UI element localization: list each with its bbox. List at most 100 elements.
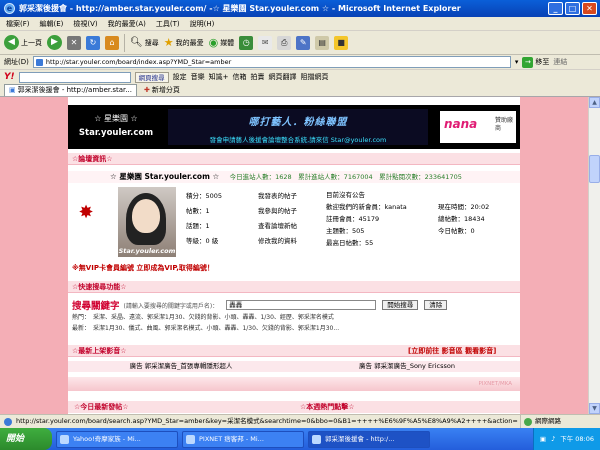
current-time: 現在時間：20:02	[438, 203, 490, 211]
page-content: ☆ 星樂園 ☆ Star.youler.com 哪打藝人．粉絲聯盟 發會申請藝人…	[68, 97, 520, 414]
address-label: 網址(D)	[4, 58, 29, 66]
system-tray: ▣ ♪ 下午 08:06	[532, 428, 600, 450]
forward-icon: ▶	[47, 35, 62, 50]
favorites-button[interactable]: ★ 我的最愛	[164, 36, 204, 49]
banner-center: 哪打藝人．粉絲聯盟 發會申請藝人後援會論壇整合系統,請來信 Star@youle…	[168, 109, 428, 145]
yahoo-music[interactable]: 音樂	[191, 72, 205, 82]
pixnet-brand: PIXNET/MKA	[478, 381, 512, 387]
forum-info-title: ☆ 星樂園 Star.youler.com ☆ 今日進站人數：1628 累計進站…	[68, 171, 520, 183]
latest-keywords[interactable]: 最新： 采潔1月30、儀式、曲風、郭采潔名模式、小頭、轟轟、1/30、欠錢的背影…	[68, 324, 520, 334]
go-video-link[interactable]: [立即前往 影音區 觀看影音]	[408, 345, 496, 357]
address-bar: 網址(D) http://star.youler.com/board/index…	[0, 55, 600, 69]
refresh-icon[interactable]: ↻	[86, 35, 100, 50]
mail-icon[interactable]: ✉	[258, 35, 273, 50]
start-search-button[interactable]: 開始搜尋	[382, 300, 419, 310]
scroll-up-icon[interactable]: ▲	[589, 97, 600, 108]
yahoo-knowledge[interactable]: 知識+	[209, 72, 229, 82]
history-icon[interactable]: ◷	[239, 35, 254, 50]
yahoo-block[interactable]: 阻擋網頁	[301, 72, 329, 82]
banner-slogan: 哪打藝人．粉絲聯盟	[248, 117, 348, 128]
keyword-search-input[interactable]: 轟轟	[226, 300, 377, 310]
site-logo[interactable]: ☆ 星樂園 ☆ Star.youler.com	[76, 109, 156, 145]
today-posts: 今日帖數：0	[438, 227, 475, 235]
bottom-section-headers: ☆今日最新發帖☆ ☆本週熱門點擊☆	[68, 401, 520, 413]
clear-search-button[interactable]: 清除	[424, 300, 448, 310]
minimize-button[interactable]: _	[548, 2, 563, 15]
total-posts: 總帖數：18434	[438, 215, 485, 223]
profile-posts: 帖數：1	[186, 207, 210, 215]
address-input[interactable]: http://star.youler.com/board/index.asp?Y…	[32, 56, 511, 68]
status-url: http://star.youler.com/board/search.asp?…	[0, 415, 520, 428]
menu-favorites[interactable]: 我的最愛(A)	[108, 19, 146, 29]
task-yahoo[interactable]: Yahoo!奇摩家族 - Mi...	[56, 430, 178, 448]
link-my-posts[interactable]: 我發表的帖子	[258, 189, 297, 204]
close-button[interactable]: ✕	[582, 2, 597, 15]
tab-active[interactable]: ▣ 郭采潔後援會 - http://amber.star...	[4, 84, 137, 96]
forum-site-name: ☆ 星樂園 Star.youler.com ☆	[110, 172, 220, 181]
search-title: 搜尋關鍵字	[72, 301, 120, 312]
back-label: 上一頁	[21, 38, 42, 47]
yahoo-settings[interactable]: 設定	[173, 72, 187, 82]
ie-logo-icon: e	[4, 3, 15, 14]
site-banner: ☆ 星樂園 ☆ Star.youler.com 哪打藝人．粉絲聯盟 發會申請藝人…	[68, 105, 520, 149]
user-profile-panel: ✸ Star.youler.com 積分：5005 帖數：1 話題：1 等級：0…	[68, 183, 520, 261]
banner-recruit[interactable]: 發會申請藝人後援會論壇整合系統,請來信 Star@youler.com	[168, 134, 428, 144]
address-dropdown-icon[interactable]: ▾	[515, 58, 519, 66]
link-my-replies[interactable]: 我參與的帖子	[258, 204, 297, 219]
menu-view[interactable]: 檢視(V)	[73, 19, 97, 29]
menu-edit[interactable]: 編輯(E)	[40, 19, 64, 29]
forward-button[interactable]: ▶	[47, 35, 62, 50]
ad-left[interactable]: 廣告 郭采潔廣告_首張專輯隱形超人	[68, 361, 294, 372]
newest-member: 歡迎我們的新會員：kanata	[326, 203, 407, 211]
yahoo-auction[interactable]: 拍賣	[251, 72, 265, 82]
search-button[interactable]: 🔍︎ 搜尋	[130, 37, 159, 48]
browser-toolbar: ◀ 上一頁 ▶ ✕ ↻ ⌂ 🔍︎ 搜尋 ★ 我的最愛 ◉ 媒體 ◷ ✉ ⎙ ✎ …	[0, 31, 600, 55]
menu-tools[interactable]: 工具(T)	[156, 19, 180, 29]
vertical-scrollbar[interactable]: ▲ ▼	[588, 97, 600, 414]
window-titlebar: e 郭采潔後援會 - http://amber.star.youler.com/…	[0, 0, 600, 17]
profile-points: 積分：5005	[186, 192, 223, 200]
new-tab-button[interactable]: ✚ 新增分頁	[140, 84, 184, 96]
link-edit-profile[interactable]: 修改我的資料	[258, 234, 297, 249]
ad-right[interactable]: 廣告 郭采潔廣告_Sony Ericsson	[294, 361, 520, 372]
yahoo-search-button[interactable]: 網頁搜尋	[134, 71, 169, 83]
search-label: 搜尋	[144, 38, 159, 47]
favorites-label: 我的最愛	[175, 38, 204, 47]
task-pixnet[interactable]: PIXNET 痞客邦 - Mi...	[182, 430, 304, 448]
scroll-down-icon[interactable]: ▼	[589, 403, 600, 414]
maximize-button[interactable]: □	[565, 2, 580, 15]
yahoo-logo-icon[interactable]: Y!	[4, 72, 15, 82]
stop-icon[interactable]: ✕	[67, 35, 81, 50]
quick-search-header: ☆快速搜尋功能☆	[68, 281, 520, 293]
ads-row: 廣告 郭采潔廣告_首張專輯隱形超人 廣告 郭采潔廣告_Sony Ericsson	[68, 361, 520, 372]
status-bar: http://star.youler.com/board/search.asp?…	[0, 414, 600, 428]
print-icon[interactable]: ⎙	[277, 35, 292, 50]
vip-notice[interactable]: ※無VIP卡會員編號 立即成為VIP,取得編號！	[68, 263, 520, 274]
hot-keywords[interactable]: 熱門： 采潔、采晶、遠流、郭采潔1月30、欠錢的背影、小頭、轟轟、1/30、經歷…	[68, 313, 520, 323]
link-new-posts[interactable]: 查看論壇新帖	[258, 219, 297, 234]
yahoo-translate[interactable]: 網頁翻譯	[269, 72, 297, 82]
nana-sponsor-ad[interactable]: nana 贊助廠商	[440, 111, 516, 143]
task-fanclub[interactable]: 郭采潔後援會 - http:/...	[308, 430, 430, 448]
back-button[interactable]: ◀ 上一頁	[4, 35, 42, 50]
go-button[interactable]: → 移至	[522, 56, 549, 68]
site-logo-en: Star.youler.com	[78, 128, 154, 138]
yahoo-mail[interactable]: 信箱	[233, 72, 247, 82]
media-button[interactable]: ◉ 媒體	[209, 36, 235, 49]
menu-file[interactable]: 檔案(F)	[6, 19, 30, 29]
menu-help[interactable]: 說明(H)	[190, 19, 215, 29]
yahoo-search-input[interactable]	[18, 71, 131, 83]
no-announcement: 目前沒有公告	[326, 191, 365, 199]
links-label[interactable]: 連結	[553, 57, 567, 67]
discuss-icon[interactable]: ▤	[315, 35, 330, 50]
profile-topics: 話題：1	[186, 222, 210, 230]
scroll-thumb[interactable]	[589, 155, 600, 183]
forum-stats-col2: 現在時間：20:02 總帖數：18434 今日帖數：0	[438, 201, 489, 237]
tray-network-icon[interactable]: ▣	[540, 428, 546, 450]
home-icon[interactable]: ⌂	[105, 35, 119, 50]
messenger-icon[interactable]: ■	[334, 35, 349, 50]
start-button[interactable]: 開始	[0, 428, 52, 450]
toolbar-separator	[124, 33, 125, 52]
tray-volume-icon[interactable]: ♪	[551, 428, 555, 450]
edit-icon[interactable]: ✎	[296, 35, 311, 50]
